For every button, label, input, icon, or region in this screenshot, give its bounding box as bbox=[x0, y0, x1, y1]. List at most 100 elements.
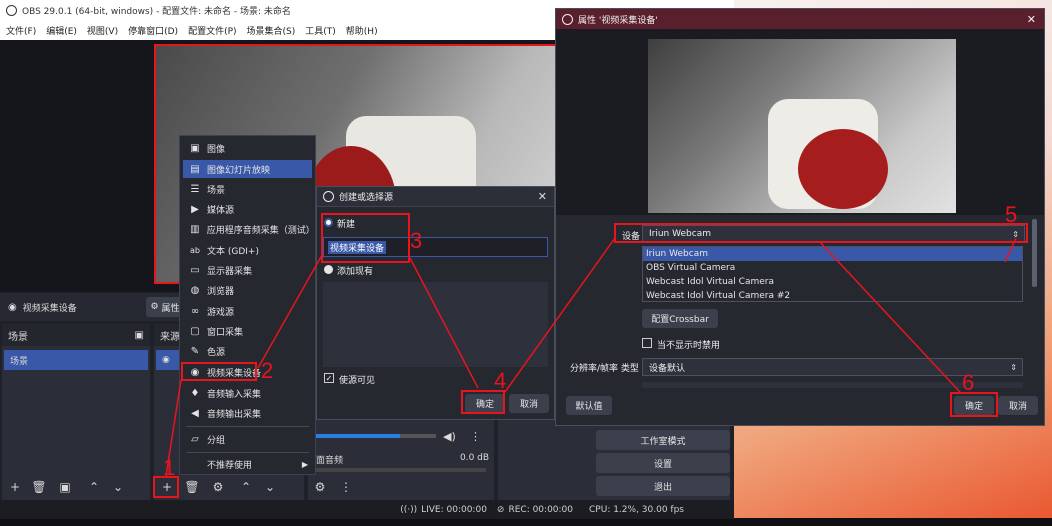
app-audio-icon: ▥ bbox=[190, 223, 200, 235]
menu-item-audio-output[interactable]: ◀ 音频输出采集 bbox=[183, 404, 312, 422]
visible-checkbox[interactable]: ✓ bbox=[324, 373, 334, 383]
preview-cup-red bbox=[798, 129, 888, 209]
menu-item-group[interactable]: ▱ 分组 bbox=[183, 430, 312, 448]
device-option-obs-virtual[interactable]: OBS Virtual Camera bbox=[643, 261, 1022, 275]
remove-source-icon[interactable]: 🗑 bbox=[182, 478, 202, 496]
menu-item-display-capture[interactable]: ▭ 显示器采集 bbox=[183, 261, 312, 279]
device-option-iriun[interactable]: Iriun Webcam bbox=[643, 247, 1022, 261]
monitor-icon: ▭ bbox=[190, 264, 200, 276]
mixer-menu-icon[interactable]: ⋮ bbox=[470, 430, 481, 443]
menu-item-deprecated[interactable]: 不推荐使用 ▶ bbox=[183, 455, 312, 473]
mixer-meter-bar-2 bbox=[316, 468, 486, 472]
menu-item-label: 游戏源 bbox=[207, 307, 235, 318]
menu-item-label: 浏览器 bbox=[207, 286, 235, 297]
menu-item-image[interactable]: ▣ 图像 bbox=[183, 139, 312, 157]
menu-item-slideshow[interactable]: ▤ 图像幻灯片放映 bbox=[183, 160, 312, 178]
mixer-settings-icon[interactable]: ⚙ bbox=[310, 478, 330, 496]
filter-icon[interactable]: ▣ bbox=[55, 478, 75, 496]
menu-item-label: 音频输入采集 bbox=[207, 389, 262, 400]
exit-button[interactable]: 退出 bbox=[596, 476, 730, 496]
chevron-updown-icon: ⇕ bbox=[1010, 362, 1017, 372]
deactivate-checkbox[interactable] bbox=[642, 338, 652, 348]
add-scene-button[interactable]: + bbox=[5, 478, 25, 496]
live-status: LIVE: 00:00:00 bbox=[421, 504, 487, 515]
scenes-title-text: 场景 bbox=[8, 331, 28, 343]
existing-sources-list[interactable] bbox=[323, 282, 548, 367]
settings-button[interactable]: 设置 bbox=[596, 453, 730, 473]
menu-item-color[interactable]: ✎ 色源 bbox=[183, 342, 312, 360]
mixer-more-icon[interactable]: ⋮ bbox=[336, 478, 356, 496]
properties-cancel-button[interactable]: 取消 bbox=[998, 396, 1038, 415]
source-settings-icon[interactable]: ⚙ bbox=[208, 478, 228, 496]
menu-item-label: 场景 bbox=[207, 185, 226, 196]
radio-existing-label: 添加现有 bbox=[337, 267, 374, 277]
device-dropdown-list: Iriun Webcam OBS Virtual Camera Webcast … bbox=[642, 246, 1023, 302]
highlight-device-select bbox=[614, 223, 1028, 243]
move-down-icon[interactable]: ⌄ bbox=[108, 478, 128, 496]
menu-file[interactable]: 文件(F) bbox=[6, 24, 36, 37]
resolution-type-label: 分辨率/帧率 类型 bbox=[570, 364, 639, 374]
folder-icon: ▱ bbox=[191, 433, 199, 445]
create-cancel-button[interactable]: 取消 bbox=[509, 394, 549, 413]
menu-item-label: 应用程序音频采集（测试） bbox=[206, 225, 315, 236]
main-window-title: OBS 29.0.1 (64-bit, windows) - 配置文件: 未命名… bbox=[22, 6, 291, 17]
source-camera-icon: ◉ bbox=[162, 355, 170, 365]
close-icon[interactable]: ✕ bbox=[1027, 13, 1036, 26]
menu-item-label: 媒体源 bbox=[207, 205, 235, 216]
live-icon: ((·)) bbox=[400, 504, 418, 515]
menu-view[interactable]: 视图(V) bbox=[87, 24, 118, 37]
status-bar: ((·)) LIVE: 00:00:00 ⊘ REC: 00:00:00 CPU… bbox=[0, 500, 734, 519]
menu-docks[interactable]: 停靠窗口(D) bbox=[128, 24, 178, 37]
menu-item-text[interactable]: ab 文本 (GDI+) bbox=[183, 241, 312, 259]
brush-icon: ✎ bbox=[190, 345, 200, 357]
dock-float-icon[interactable]: ▣ bbox=[135, 330, 144, 341]
menu-item-label: 显示器采集 bbox=[207, 266, 253, 277]
configure-crossbar-button[interactable]: 配置Crossbar bbox=[642, 309, 718, 328]
add-source-menu: ▣ 图像 ▤ 图像幻灯片放映 ☰ 场景 ▶ 媒体源 ▥ 应用程序音频采集（测试） ab 文本… bbox=[179, 135, 316, 475]
properties-scrollbar[interactable] bbox=[1032, 219, 1037, 287]
close-icon[interactable]: ✕ bbox=[538, 190, 547, 203]
device-option-webcast-idol-2[interactable]: Webcast Idol Virtual Camera #2 bbox=[643, 289, 1022, 303]
step-number-3: 3 bbox=[410, 228, 423, 253]
menu-item-browser[interactable]: ◍ 浏览器 bbox=[183, 281, 312, 299]
move-up-icon[interactable]: ⌃ bbox=[84, 478, 104, 496]
scenes-dock-title: 场景 ▣ bbox=[2, 324, 150, 346]
scene-item-label: 场景 bbox=[10, 356, 29, 367]
menu-item-audio-input[interactable]: ♦ 音频输入采集 bbox=[183, 384, 312, 402]
gamepad-icon: ∞ bbox=[190, 305, 200, 317]
step-number-4: 4 bbox=[494, 368, 507, 393]
menu-item-media[interactable]: ▶ 媒体源 bbox=[183, 200, 312, 218]
defaults-button[interactable]: 默认值 bbox=[566, 396, 612, 415]
menu-tools[interactable]: 工具(T) bbox=[305, 24, 336, 37]
submenu-arrow-icon: ▶ bbox=[301, 459, 308, 469]
menu-help[interactable]: 帮助(H) bbox=[346, 24, 378, 37]
menu-item-label: 音频输出采集 bbox=[207, 409, 262, 420]
scene-list-icon: ☰ bbox=[190, 183, 200, 195]
radio-existing[interactable] bbox=[324, 265, 333, 274]
menu-edit[interactable]: 编辑(E) bbox=[46, 24, 77, 37]
menu-separator bbox=[186, 426, 309, 427]
mute-speaker-icon[interactable]: ◀) bbox=[443, 430, 456, 443]
mixer-meter-bar bbox=[316, 434, 436, 438]
menu-profile[interactable]: 配置文件(P) bbox=[188, 24, 236, 37]
step-number-2: 2 bbox=[261, 358, 274, 383]
scene-item[interactable]: 场景 bbox=[4, 350, 148, 370]
obs-logo-icon bbox=[323, 191, 334, 202]
source-down-icon[interactable]: ⌄ bbox=[260, 478, 280, 496]
menu-item-game[interactable]: ∞ 游戏源 bbox=[183, 302, 312, 320]
studio-mode-button[interactable]: 工作室模式 bbox=[596, 430, 730, 450]
source-up-icon[interactable]: ⌃ bbox=[236, 478, 256, 496]
rec-status: REC: 00:00:00 bbox=[508, 504, 574, 515]
device-option-webcast-idol[interactable]: Webcast Idol Virtual Camera bbox=[643, 275, 1022, 289]
play-icon: ▶ bbox=[191, 203, 199, 215]
menu-item-label: 不推荐使用 bbox=[207, 460, 253, 471]
menu-scene-collection[interactable]: 场景集合(S) bbox=[247, 24, 296, 37]
menu-item-scene[interactable]: ☰ 场景 bbox=[183, 180, 312, 198]
gear-icon: ⚙ bbox=[150, 302, 159, 312]
properties-dialog: 属性 '视频采集设备' ✕ 设备 Iriun Webcam ⇕ Iriun We… bbox=[555, 8, 1045, 426]
taskbar bbox=[0, 518, 1052, 526]
menu-item-window-capture[interactable]: ▢ 窗口采集 bbox=[183, 322, 312, 340]
menu-item-app-audio[interactable]: ▥ 应用程序音频采集（测试） bbox=[183, 220, 315, 238]
trash-icon[interactable]: 🗑 bbox=[29, 478, 49, 496]
scenes-dock: 场景 ▣ 场景 bbox=[2, 324, 150, 500]
